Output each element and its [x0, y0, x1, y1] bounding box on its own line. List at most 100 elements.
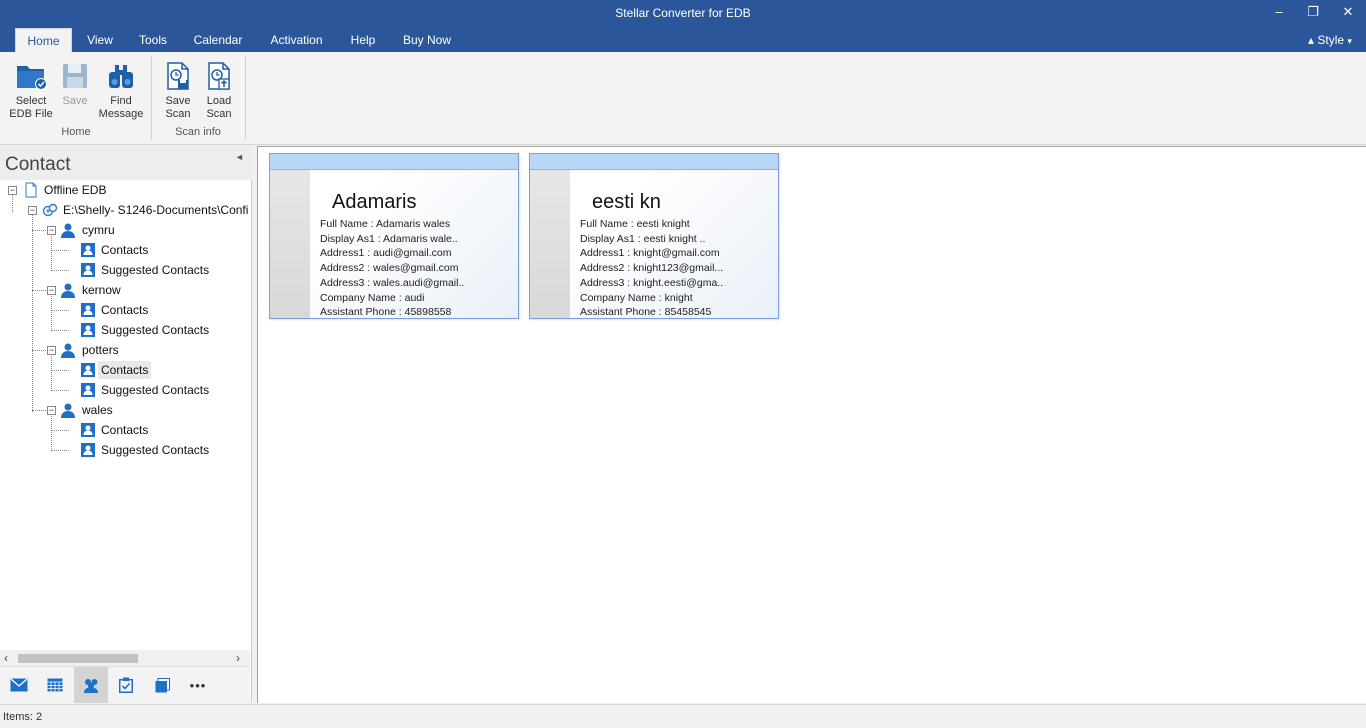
scroll-left-icon[interactable]: ‹ — [4, 651, 8, 665]
style-menu[interactable]: ▴ Style ▾ — [1308, 28, 1352, 52]
ribbon-separator — [245, 56, 246, 140]
pane-header: Contact ◄ — [0, 146, 252, 180]
contact-field: Full Name : eesti knight — [580, 218, 690, 230]
save-scan-label-2: Scan — [165, 108, 191, 120]
tree-connector — [51, 294, 52, 331]
tree-connector — [51, 450, 69, 451]
card-header — [270, 154, 518, 170]
maximize-button[interactable]: ❐ — [1296, 0, 1330, 26]
tab-help[interactable]: Help — [342, 28, 384, 52]
tree-item-contacts[interactable]: Contacts — [101, 301, 148, 319]
status-bar: Items: 2 — [0, 704, 1366, 728]
tree-item-suggested-contacts[interactable]: Suggested Contacts — [101, 261, 209, 279]
close-button[interactable]: ✕ — [1331, 0, 1365, 26]
user-icon — [61, 283, 75, 298]
tree-item-contacts[interactable]: Contacts — [101, 241, 148, 259]
more-icon[interactable]: ••• — [181, 667, 215, 703]
find-message-button[interactable]: Find Message — [97, 60, 145, 121]
select-edb-file-button[interactable]: Select EDB File — [6, 60, 56, 121]
scrollbar-thumb[interactable] — [18, 654, 138, 663]
collapse-toggle[interactable]: − — [47, 346, 56, 355]
tab-calendar[interactable]: Calendar — [186, 28, 250, 52]
title-bar: Stellar Converter for EDB – ❐ ✕ — [0, 0, 1366, 28]
tree-item-mailbox[interactable]: cymru — [82, 221, 115, 239]
notes-icon — [155, 677, 170, 692]
load-scan-label-1: Load — [206, 95, 232, 107]
find-message-label-2: Message — [98, 108, 144, 120]
tree-connector — [51, 310, 69, 311]
horizontal-scrollbar[interactable]: ‹ › — [0, 650, 250, 666]
card-decoration — [530, 170, 570, 318]
tree-item-contacts-selected[interactable]: Contacts — [98, 361, 152, 379]
tree-connector — [32, 210, 33, 412]
minimize-button[interactable]: – — [1262, 0, 1296, 26]
tree-item-mailbox[interactable]: wales — [82, 401, 113, 419]
tree-item-edb-path[interactable]: E:\Shelly- S1246-Documents\Confi — [63, 201, 248, 219]
contacts-folder-icon — [81, 363, 95, 377]
save-scan-label-1: Save — [165, 95, 191, 107]
scroll-right-icon[interactable]: › — [236, 651, 240, 665]
contacts-folder-icon — [81, 423, 95, 437]
contact-field: Address1 : knight@gmail.com — [580, 247, 720, 260]
contact-field: Full Name : Adamaris wales — [320, 218, 451, 230]
contacts-folder-icon — [81, 323, 95, 337]
user-icon — [61, 343, 75, 358]
caret-up-icon: ▴ — [1308, 33, 1315, 47]
collapse-toggle[interactable]: − — [28, 206, 37, 215]
load-scan-button[interactable]: Load Scan — [201, 60, 237, 121]
mail-icon — [10, 678, 28, 692]
folder-icon — [17, 66, 47, 90]
tab-tools[interactable]: Tools — [131, 28, 175, 52]
contact-card[interactable]: Adamaris Full Name : Adamaris wales Disp… — [269, 153, 519, 319]
tree-item-suggested-contacts[interactable]: Suggested Contacts — [101, 441, 209, 459]
binoculars-icon — [109, 65, 133, 88]
save-icon — [63, 64, 87, 88]
tasks-nav-button[interactable] — [109, 667, 143, 703]
tree-item-suggested-contacts[interactable]: Suggested Contacts — [101, 321, 209, 339]
tree-item-contacts[interactable]: Contacts — [101, 421, 148, 439]
calendar-nav-button[interactable] — [38, 667, 72, 703]
contact-fields: Full Name : eesti knight Display As1 : e… — [580, 217, 723, 319]
collapse-toggle[interactable]: − — [47, 406, 56, 415]
contacts-nav-button[interactable] — [74, 667, 108, 703]
contacts-folder-icon — [81, 303, 95, 317]
items-count: Items: 2 — [3, 711, 43, 723]
contact-field: Company Name : audi — [320, 291, 425, 304]
load-scan-icon — [208, 62, 230, 90]
load-scan-label-2: Scan — [206, 108, 232, 120]
contact-card[interactable]: eesti kn Full Name : eesti knight Displa… — [529, 153, 779, 319]
contact-field: Display As1 : Adamaris wale.. — [320, 232, 458, 245]
notes-nav-button[interactable] — [145, 667, 179, 703]
tree-item-mailbox[interactable]: kernow — [82, 281, 121, 299]
collapse-pane-icon[interactable]: ◄ — [235, 152, 244, 162]
collapse-toggle[interactable]: − — [47, 226, 56, 235]
tree-connector — [32, 410, 46, 411]
contact-field: Address2 : wales@gmail.com — [320, 262, 459, 275]
save-scan-button[interactable]: Save Scan — [160, 60, 196, 121]
find-message-label-1: Find — [110, 95, 132, 107]
tab-activation[interactable]: Activation — [263, 28, 330, 52]
contact-fields: Full Name : Adamaris wales Display As1 :… — [320, 217, 465, 318]
contact-cards-view: Adamaris Full Name : Adamaris wales Disp… — [257, 146, 1366, 703]
contact-field: Address3 : wales.audi@gmail.. — [320, 276, 465, 289]
tree-item-offline-edb[interactable]: Offline EDB — [44, 181, 106, 199]
folder-tree: − Offline EDB − E:\Shelly- S1246-Documen… — [0, 180, 250, 650]
tab-view[interactable]: View — [79, 28, 121, 52]
card-decoration — [270, 170, 310, 318]
contact-field: Address1 : audi@gmail.com — [320, 247, 452, 260]
database-icon — [42, 203, 58, 217]
collapse-toggle[interactable]: − — [47, 286, 56, 295]
save-button[interactable]: Save — [58, 60, 92, 108]
mail-nav-button[interactable] — [2, 667, 36, 703]
chevron-down-icon: ▾ — [1347, 36, 1352, 46]
tree-connector — [51, 250, 69, 251]
collapse-toggle[interactable]: − — [8, 186, 17, 195]
contact-field: Assistant Phone : 85458545 — [580, 306, 712, 319]
ribbon-separator — [151, 56, 152, 140]
contact-field: Display As1 : eesti knight .. — [580, 232, 706, 245]
tab-buy-now[interactable]: Buy Now — [397, 28, 457, 52]
tree-item-mailbox[interactable]: potters — [82, 341, 119, 359]
tree-item-suggested-contacts[interactable]: Suggested Contacts — [101, 381, 209, 399]
contacts-icon — [84, 679, 98, 693]
tab-home[interactable]: Home — [15, 28, 72, 52]
